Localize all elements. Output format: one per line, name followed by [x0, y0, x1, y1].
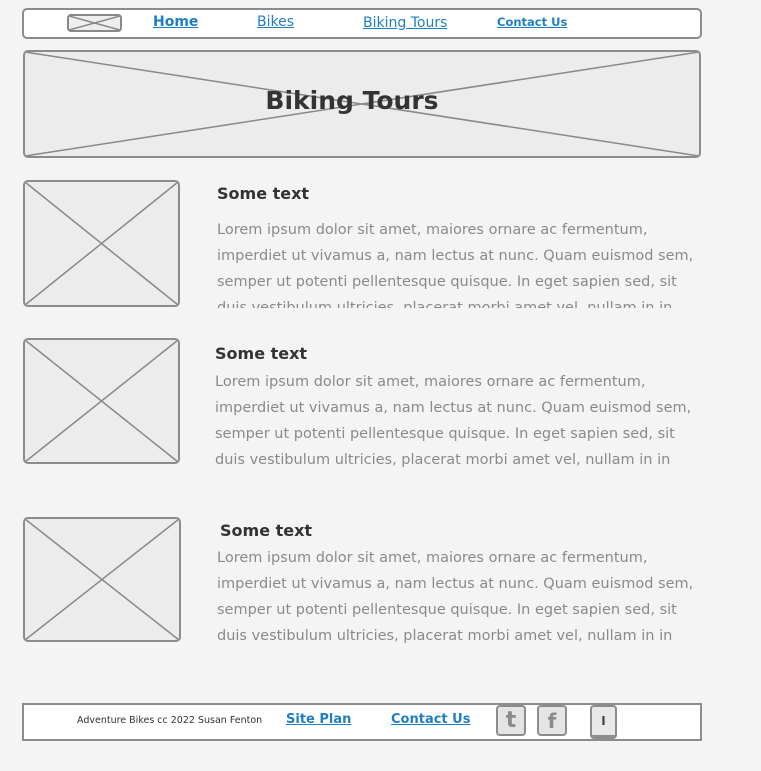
nav-bikes-link[interactable]: Bikes: [257, 14, 294, 30]
footer-contact-link[interactable]: Contact Us: [391, 712, 470, 727]
image-placeholder-icon: [25, 340, 178, 462]
top-nav: [22, 8, 702, 39]
image-placeholder-icon: [25, 519, 179, 640]
facebook-icon[interactable]: f: [537, 705, 567, 736]
scroll-button[interactable]: I: [590, 705, 617, 739]
twitter-icon[interactable]: t: [496, 705, 526, 736]
facebook-glyph: f: [547, 708, 557, 733]
page-title: Biking Tours: [265, 86, 439, 115]
footer-copyright: Adventure Bikes cc 2022 Susan Fenton: [77, 715, 263, 726]
card-body-2: Lorem ipsum dolor sit amet, maiores orna…: [215, 374, 692, 468]
nav-biking-tours-link[interactable]: Biking Tours: [363, 15, 447, 31]
nav-home-link[interactable]: Home: [153, 14, 198, 30]
card-body-3: Lorem ipsum dolor sit amet, maiores orna…: [217, 550, 694, 644]
scroll-button-label: I: [601, 714, 606, 728]
card-body-1: Lorem ipsum dolor sit amet, maiores orna…: [217, 222, 694, 308]
card-image-3: [23, 517, 181, 642]
card-title-2: Some text: [215, 344, 308, 363]
card-title-1: Some text: [217, 184, 310, 203]
card-image-2: [23, 338, 180, 464]
logo-placeholder[interactable]: [67, 14, 122, 32]
card-image-1: [23, 180, 180, 307]
logo-placeholder-icon: [69, 16, 120, 30]
card-title-3: Some text: [220, 521, 313, 540]
footer-site-plan-link[interactable]: Site Plan: [286, 712, 351, 727]
image-placeholder-icon: [25, 182, 178, 305]
twitter-glyph: t: [505, 708, 517, 733]
nav-contact-link[interactable]: Contact Us: [497, 15, 567, 29]
